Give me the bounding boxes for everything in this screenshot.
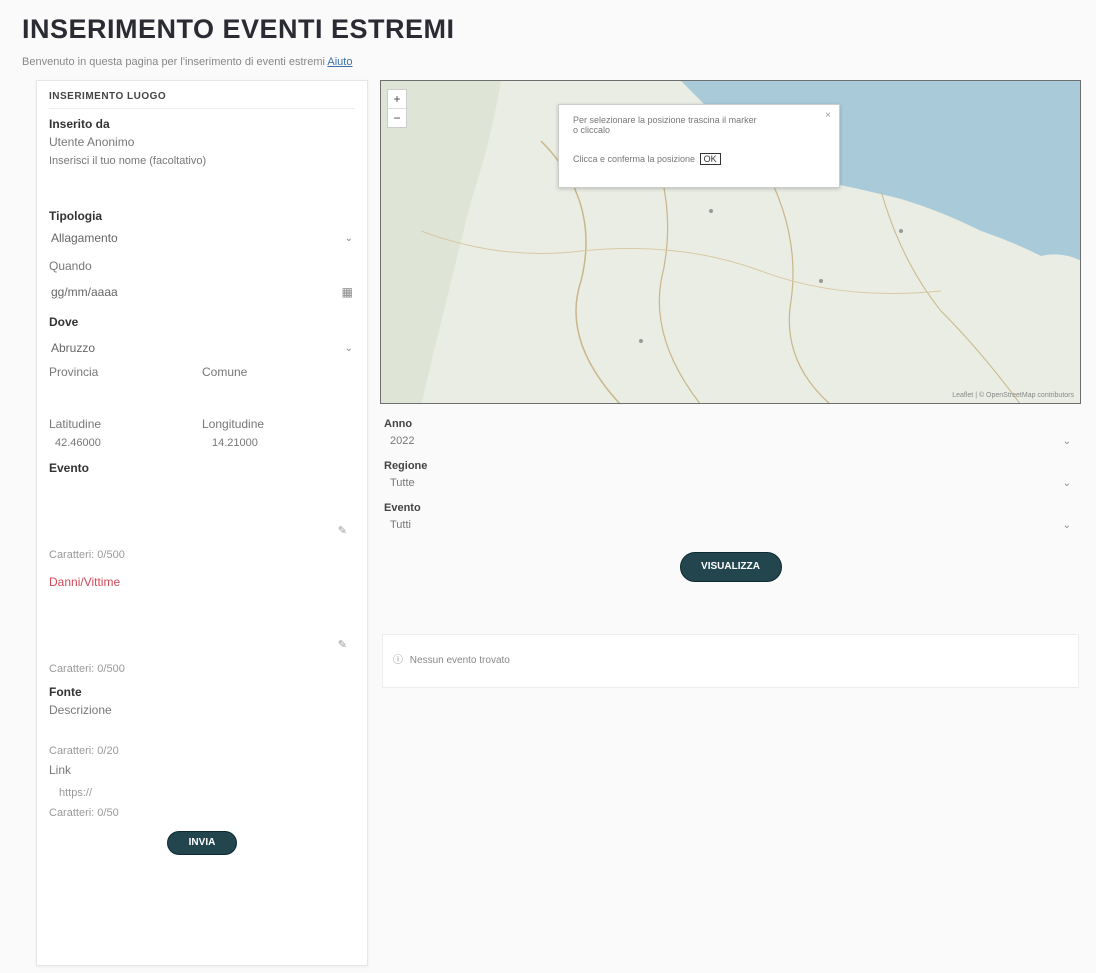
chevron-down-icon: ⌄ (344, 342, 353, 354)
tipologia-value: Allagamento (51, 231, 118, 245)
fonte-counter: Caratteri: 0/20 (49, 745, 119, 757)
zoom-in-button[interactable]: + (388, 90, 406, 108)
dove-select[interactable]: Abruzzo ⌄ (49, 337, 355, 359)
zoom-out-button[interactable]: − (388, 108, 406, 127)
event-form-panel: INSERIMENTO LUOGO Inserito da Utente Ano… (36, 80, 368, 966)
filters-panel: Anno 2022 ⌄ Regione Tutte ⌄ Evento Tutti… (380, 410, 1081, 582)
evento-textarea[interactable]: ✎ (49, 479, 355, 539)
popup-text-2: o cliccalo (573, 125, 611, 135)
link-input[interactable]: https:// (49, 787, 355, 799)
popup-ok-button[interactable]: OK (699, 153, 721, 165)
dove-label: Dove (49, 315, 79, 329)
inserito-label: Inserito da (49, 117, 110, 131)
fonte-label: Fonte (49, 685, 82, 699)
tipologia-label: Tipologia (49, 209, 103, 223)
chevron-down-icon: ⌄ (1062, 519, 1071, 531)
chevron-down-icon: ⌄ (344, 232, 353, 244)
calendar-icon[interactable]: ▦ (342, 285, 353, 299)
results-text: Nessun evento trovato (409, 655, 510, 666)
evento-select[interactable]: Tutti ⌄ (380, 514, 1081, 536)
anno-select[interactable]: 2022 ⌄ (380, 430, 1081, 452)
fonte-input[interactable]: Descrizione (49, 703, 355, 717)
help-link[interactable]: Aiuto (327, 56, 352, 68)
popup-confirm-text: Clicca e conferma la posizione (573, 154, 696, 164)
dove-value: Abruzzo (51, 341, 96, 355)
evento-label: Evento (49, 461, 90, 475)
close-icon[interactable]: × (825, 110, 831, 121)
pencil-icon: ✎ (337, 639, 347, 651)
latitudine-input[interactable]: 42.46000 (49, 437, 202, 449)
chevron-down-icon: ⌄ (1062, 435, 1071, 447)
anno-label: Anno (384, 418, 413, 430)
pencil-icon: ✎ (337, 525, 347, 537)
regione-label: Regione (384, 460, 428, 472)
page-subtitle-text: Benvenuto in questa pagina per l'inserim… (22, 56, 325, 68)
inserito-field[interactable]: Utente Anonimo (49, 135, 355, 149)
panel-header: INSERIMENTO LUOGO (49, 91, 355, 109)
danni-counter: Caratteri: 0/500 (49, 663, 125, 675)
submit-button[interactable]: INVIA (167, 831, 237, 855)
results-box: ⓘ Nessun evento trovato (382, 634, 1079, 688)
evento-counter: Caratteri: 0/500 (49, 549, 125, 561)
map-popup: × Per selezionare la posizione trascina … (558, 104, 840, 188)
popup-text: Per selezionare la posizione trascina il… (573, 115, 757, 125)
latitudine-label: Latitudine (49, 417, 102, 431)
chevron-down-icon: ⌄ (1062, 477, 1071, 489)
info-icon: ⓘ (393, 655, 403, 666)
provincia-select[interactable]: Provincia (49, 365, 202, 379)
page-title: INSERIMENTO EVENTI ESTREMI (22, 14, 455, 44)
link-counter: Caratteri: 0/50 (49, 807, 119, 819)
danni-textarea[interactable]: ✎ (49, 593, 355, 653)
link-label: Link (49, 763, 72, 777)
tipologia-select[interactable]: Allagamento ⌄ (49, 227, 355, 249)
regione-select[interactable]: Tutte ⌄ (380, 472, 1081, 494)
evento-filter-label: Evento (384, 502, 421, 514)
longitudine-input[interactable]: 14.21000 (202, 437, 355, 449)
comune-select[interactable]: Comune (202, 365, 355, 379)
zoom-control: + − (387, 89, 407, 128)
danni-label: Danni/Vittime (49, 575, 121, 589)
longitudine-label: Longitudine (202, 417, 265, 431)
evento-filter-value: Tutti (390, 519, 411, 531)
anno-value: 2022 (390, 435, 415, 447)
regione-value: Tutte (390, 477, 415, 489)
quando-date-input[interactable]: gg/mm/aaaa ▦ (49, 281, 355, 303)
visualizza-button[interactable]: VISUALIZZA (679, 552, 782, 582)
quando-value: gg/mm/aaaa (51, 285, 118, 299)
quando-label: Quando (49, 259, 92, 273)
page-subtitle: Benvenuto in questa pagina per l'inserim… (22, 56, 352, 68)
map-attribution: Leaflet | © OpenStreetMap contributors (952, 392, 1074, 399)
inserito-note: Inserisci il tuo nome (facoltativo) (49, 155, 207, 167)
